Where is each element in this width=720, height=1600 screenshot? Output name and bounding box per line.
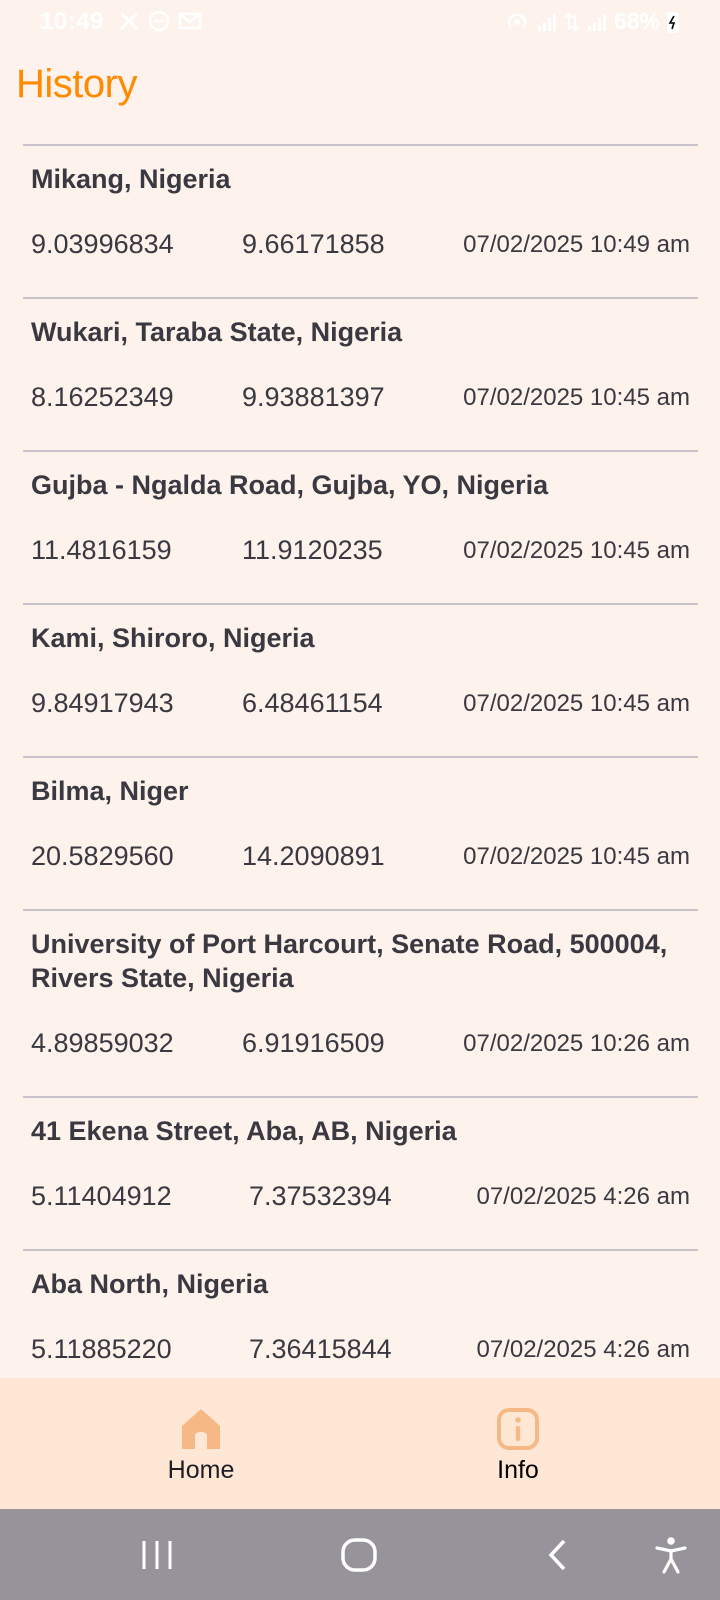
latitude: 5.11885220 — [31, 1334, 172, 1364]
latitude: 11.4816159 — [31, 535, 172, 565]
system-home-icon[interactable] — [340, 1535, 378, 1575]
coordinates-row: 4.89859032 6.91916509 07/02/2025 10:26 a… — [31, 1028, 690, 1062]
history-entry[interactable]: University of Port Harcourt, Senate Road… — [23, 909, 698, 1096]
latitude: 20.5829560 — [31, 841, 174, 871]
nav-home-button[interactable]: Home — [131, 1406, 271, 1485]
location-name: Aba North, Nigeria — [31, 1269, 269, 1299]
longitude: 11.9120235 — [242, 535, 383, 565]
history-entry[interactable]: 41 Ekena Street, Aba, AB, Nigeria 5.1140… — [23, 1096, 698, 1249]
longitude: 14.2090891 — [242, 841, 385, 871]
bottom-navigation: Home Info — [0, 1378, 720, 1509]
battery-percentage: 68% — [613, 8, 660, 34]
history-entry[interactable]: Mikang, Nigeria 9.03996834 9.66171858 07… — [23, 144, 698, 297]
status-system-icons: 68% — [504, 8, 680, 35]
history-entry[interactable]: Kami, Shiroro, Nigeria 9.84917943 6.4846… — [23, 603, 698, 756]
longitude: 9.66171858 — [242, 229, 385, 259]
history-screen: 10:49 68% History Mikang, Nigeria 9.0399… — [0, 0, 720, 1600]
location-name: 41 Ekena Street, Aba, AB, Nigeria — [31, 1116, 457, 1146]
coordinates-row: 11.4816159 11.9120235 07/02/2025 10:45 a… — [31, 535, 690, 569]
coordinates-row: 9.84917943 6.48461154 07/02/2025 10:45 a… — [31, 688, 690, 722]
recents-icon[interactable] — [140, 1535, 174, 1575]
mail-icon — [178, 12, 202, 30]
coordinates-row: 5.11885220 7.36415844 07/02/2025 4:26 am — [31, 1334, 690, 1368]
coordinates-row: 20.5829560 14.2090891 07/02/2025 10:45 a… — [31, 841, 690, 875]
coordinates-row: 9.03996834 9.66171858 07/02/2025 10:49 a… — [31, 229, 690, 263]
longitude: 6.48461154 — [242, 688, 383, 718]
history-entry[interactable]: Gujba - Ngalda Road, Gujba, YO, Nigeria … — [23, 450, 698, 603]
latitude: 9.03996834 — [31, 229, 174, 259]
location-name: Gujba - Ngalda Road, Gujba, YO, Nigeria — [31, 470, 549, 500]
latitude: 8.16252349 — [31, 382, 174, 412]
location-name: Wukari, Taraba State, Nigeria — [31, 317, 403, 347]
tools-icon — [119, 11, 139, 31]
longitude: 7.37532394 — [249, 1181, 392, 1211]
timestamp: 07/02/2025 10:26 am — [463, 1030, 690, 1057]
coordinates-row: 8.16252349 9.93881397 07/02/2025 10:45 a… — [31, 382, 690, 416]
timestamp: 07/02/2025 10:45 am — [463, 690, 690, 717]
latitude: 5.11404912 — [31, 1181, 172, 1211]
history-entry[interactable]: Wukari, Taraba State, Nigeria 8.16252349… — [23, 297, 698, 450]
home-icon — [182, 1409, 220, 1449]
nav-info-label: Info — [497, 1456, 539, 1484]
history-entry[interactable]: Aba North, Nigeria 5.11885220 7.36415844… — [23, 1249, 698, 1378]
timestamp: 07/02/2025 10:45 am — [463, 537, 690, 564]
timestamp: 07/02/2025 10:49 am — [463, 231, 690, 258]
status-time: 10:49 — [40, 8, 104, 35]
coordinates-row: 5.11404912 7.37532394 07/02/2025 4:26 am — [31, 1181, 690, 1215]
location-name: Kami, Shiroro, Nigeria — [31, 623, 315, 653]
page-title: History — [16, 62, 137, 106]
status-bar: 10:49 68% — [0, 0, 720, 46]
nav-info-button[interactable]: Info — [448, 1406, 588, 1485]
timestamp: 07/02/2025 4:26 am — [476, 1336, 690, 1363]
data-arrows-icon — [564, 12, 580, 31]
timestamp: 07/02/2025 10:45 am — [463, 384, 690, 411]
latitude: 9.84917943 — [31, 688, 174, 718]
signal-1-icon — [537, 13, 556, 31]
location-name: Mikang, Nigeria — [31, 164, 231, 194]
status-notification-icons — [118, 10, 202, 32]
nav-home-label: Home — [167, 1456, 235, 1484]
location-name: University of Port Harcourt, Senate Road… — [31, 929, 668, 993]
back-icon[interactable] — [544, 1535, 572, 1575]
latitude: 4.89859032 — [31, 1028, 174, 1058]
system-navigation-bar — [0, 1509, 720, 1600]
location-name: Bilma, Niger — [31, 776, 189, 806]
info-icon — [497, 1408, 539, 1450]
minus-circle-icon — [148, 10, 170, 32]
longitude: 9.93881397 — [242, 382, 385, 412]
history-entry[interactable]: Bilma, Niger 20.5829560 14.2090891 07/02… — [23, 756, 698, 909]
accessibility-icon[interactable] — [654, 1535, 688, 1575]
timestamp: 07/02/2025 10:45 am — [463, 843, 690, 870]
battery-icon — [667, 11, 679, 33]
hotspot-icon — [507, 12, 527, 29]
signal-2-icon — [587, 13, 606, 31]
timestamp: 07/02/2025 4:26 am — [476, 1183, 690, 1210]
longitude: 6.91916509 — [242, 1028, 385, 1058]
history-list[interactable]: Mikang, Nigeria 9.03996834 9.66171858 07… — [23, 144, 698, 1378]
longitude: 7.36415844 — [249, 1334, 392, 1364]
